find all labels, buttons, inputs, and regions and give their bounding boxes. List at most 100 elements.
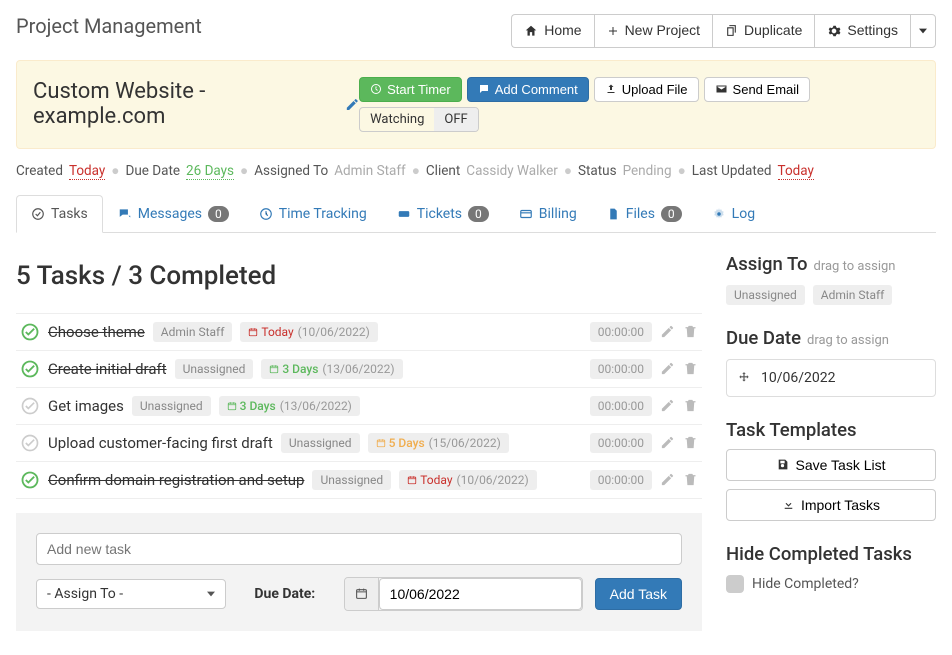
- task-check-icon[interactable]: [20, 396, 40, 416]
- assigned-value: Admin Staff: [334, 163, 406, 179]
- task-due-pill: 3 Days (13/06/2022): [219, 396, 360, 416]
- card-icon: [519, 207, 533, 221]
- top-button-group: Home New Project Duplicate Settings: [511, 14, 936, 48]
- add-task-button[interactable]: Add Task: [595, 578, 682, 610]
- gear-icon: [827, 24, 841, 38]
- messages-badge: 0: [208, 206, 229, 222]
- due-date-label: Due Date:: [238, 586, 332, 602]
- hide-completed-toggle[interactable]: Hide Completed?: [726, 575, 936, 593]
- templates-heading: Task Templates: [726, 419, 936, 441]
- new-task-input[interactable]: [36, 533, 682, 565]
- task-timer: 00:00:00: [590, 322, 652, 342]
- home-button[interactable]: Home: [511, 14, 593, 48]
- trash-icon[interactable]: [683, 435, 698, 450]
- status-value: Pending: [623, 163, 672, 179]
- tab-time-tracking[interactable]: Time Tracking: [244, 195, 382, 233]
- tickets-badge: 0: [468, 206, 489, 222]
- task-check-icon[interactable]: [20, 470, 40, 490]
- due-value: 26 Days: [186, 163, 234, 180]
- edit-icon[interactable]: [660, 472, 675, 487]
- task-assignee-pill: Admin Staff: [153, 322, 233, 342]
- tab-billing[interactable]: Billing: [504, 195, 592, 233]
- assign-to-heading: Assign To drag to assign: [726, 253, 936, 275]
- caret-down-icon: [207, 590, 215, 598]
- edit-icon[interactable]: [660, 324, 675, 339]
- trash-icon[interactable]: [683, 472, 698, 487]
- new-project-button[interactable]: New Project: [594, 14, 712, 48]
- tab-tasks[interactable]: Tasks: [16, 195, 103, 233]
- task-assignee-pill: Unassigned: [281, 433, 360, 453]
- task-name: Confirm domain registration and setup: [48, 471, 304, 489]
- task-row[interactable]: Upload customer-facing first draftUnassi…: [16, 425, 702, 462]
- home-icon: [524, 24, 538, 38]
- page-title: Project Management: [16, 14, 202, 38]
- task-row[interactable]: Choose themeAdmin Staff Today (10/06/202…: [16, 314, 702, 351]
- task-assignee-pill: Unassigned: [132, 396, 211, 416]
- upload-file-button[interactable]: Upload File: [594, 77, 699, 102]
- assign-pills: Unassigned Admin Staff: [726, 285, 936, 305]
- task-list: Choose themeAdmin Staff Today (10/06/202…: [16, 313, 702, 499]
- assign-to-select[interactable]: - Assign To -: [36, 579, 226, 609]
- tasks-heading: 5 Tasks / 3 Completed: [16, 261, 702, 291]
- task-check-icon[interactable]: [20, 433, 40, 453]
- task-name: Get images: [48, 397, 124, 415]
- due-date-heading: Due Date drag to assign: [726, 327, 936, 349]
- upload-icon: [605, 83, 617, 95]
- checkbox-icon: [726, 575, 744, 593]
- task-check-icon[interactable]: [20, 322, 40, 342]
- assign-pill[interactable]: Admin Staff: [813, 285, 893, 305]
- edit-icon[interactable]: [660, 435, 675, 450]
- side-due-date[interactable]: 10/06/2022: [726, 359, 936, 397]
- task-name: Create initial draft: [48, 360, 167, 378]
- tab-log[interactable]: Log: [697, 195, 770, 233]
- task-row[interactable]: Create initial draft Unassigned 3 Days (1…: [16, 351, 702, 388]
- trash-icon[interactable]: [683, 324, 698, 339]
- client-value: Cassidy Walker: [466, 163, 558, 179]
- due-date-input[interactable]: [344, 577, 583, 611]
- comment-icon: [478, 83, 490, 95]
- add-comment-button[interactable]: Add Comment: [467, 77, 589, 102]
- import-tasks-button[interactable]: Import Tasks: [726, 489, 936, 521]
- task-due-pill: 5 Days (15/06/2022): [368, 433, 509, 453]
- trash-icon[interactable]: [683, 398, 698, 413]
- task-row[interactable]: Confirm domain registration and setupUna…: [16, 462, 702, 499]
- import-icon: [782, 498, 795, 511]
- edit-icon[interactable]: [345, 97, 360, 112]
- task-timer: 00:00:00: [590, 359, 652, 379]
- clock-icon: [259, 207, 273, 221]
- task-assignee-pill: Unassigned: [175, 359, 254, 379]
- send-email-button[interactable]: Send Email: [704, 77, 810, 102]
- save-task-list-button[interactable]: Save Task List: [726, 449, 936, 481]
- start-timer-button[interactable]: Start Timer: [359, 77, 462, 102]
- settings-caret-button[interactable]: [910, 14, 936, 48]
- trash-icon[interactable]: [683, 361, 698, 376]
- duplicate-button[interactable]: Duplicate: [712, 14, 814, 48]
- ticket-icon: [397, 207, 411, 221]
- created-value: Today: [69, 163, 105, 180]
- project-title: Custom Website - example.com: [33, 79, 359, 129]
- comments-icon: [118, 207, 132, 221]
- edit-icon[interactable]: [660, 361, 675, 376]
- tab-files[interactable]: Files 0: [592, 195, 697, 233]
- caret-down-icon: [919, 27, 927, 35]
- project-meta: Created Today ● Due Date 26 Days ● Assig…: [16, 163, 936, 180]
- assign-pill[interactable]: Unassigned: [726, 285, 805, 305]
- check-circle-icon: [31, 207, 45, 221]
- task-timer: 00:00:00: [590, 396, 652, 416]
- updated-value: Today: [778, 163, 814, 180]
- watching-toggle[interactable]: Watching OFF: [359, 107, 479, 132]
- task-row[interactable]: Get images Unassigned 3 Days (13/06/2022)…: [16, 388, 702, 425]
- move-icon: [737, 371, 751, 385]
- tab-messages[interactable]: Messages 0: [103, 195, 244, 233]
- add-task-panel: - Assign To - Due Date: Add Task: [16, 513, 702, 631]
- task-name: Choose theme: [48, 323, 145, 341]
- tab-tickets[interactable]: Tickets 0: [382, 195, 504, 233]
- task-check-icon[interactable]: [20, 359, 40, 379]
- calendar-icon: [355, 587, 368, 600]
- task-timer: 00:00:00: [590, 470, 652, 490]
- task-due-pill: 3 Days (13/06/2022): [261, 359, 402, 379]
- edit-icon[interactable]: [660, 398, 675, 413]
- envelope-icon: [715, 83, 728, 95]
- copy-icon: [725, 24, 738, 37]
- settings-button[interactable]: Settings: [814, 14, 910, 48]
